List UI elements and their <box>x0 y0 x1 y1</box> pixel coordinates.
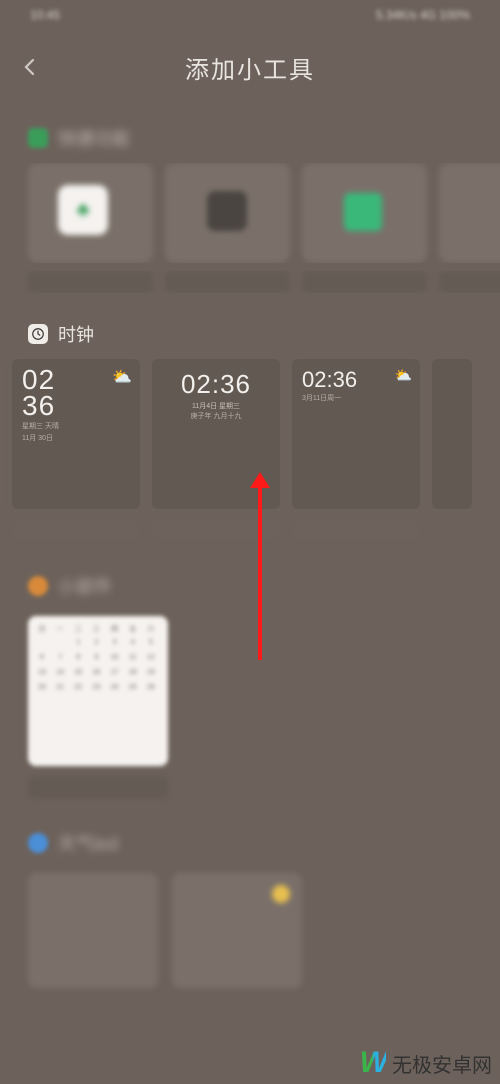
clock-widget-2[interactable]: 02:36 11月4日 星期三 庚子年 九月十九 <box>152 359 280 509</box>
status-right: 5.34K/s 4G 100% <box>376 8 470 22</box>
widget-label <box>28 776 168 798</box>
section-title-weather: 天气led <box>58 830 118 856</box>
widget-label <box>165 271 290 293</box>
page-title: 添加小工具 <box>20 50 480 85</box>
quick-widget-4[interactable] <box>439 163 500 263</box>
clock-section-icon <box>28 324 48 344</box>
widget-label <box>152 517 280 541</box>
clock2-sub1: 11月4日 星期三 <box>152 401 280 411</box>
sun-cloud-icon: ⛅ <box>395 367 412 384</box>
section-header-widget: 小部件 <box>0 563 500 611</box>
section-title-clock: 时钟 <box>58 321 94 347</box>
section-header-weather: 天气led <box>0 820 500 868</box>
widget-label <box>28 271 153 293</box>
clock-label-row <box>0 517 500 541</box>
watermark-text: 无极安卓网 <box>392 1049 492 1078</box>
status-time: 10:45 <box>30 8 60 22</box>
section-header-quick: 快捷功能 <box>0 115 500 163</box>
quick-widget-2[interactable] <box>165 163 290 263</box>
quick-section-icon <box>28 128 48 148</box>
section-title-widget: 小部件 <box>58 573 112 599</box>
clock2-sub2: 庚子年 九月十九 <box>152 411 280 421</box>
chevron-left-icon <box>20 57 40 77</box>
weather-widget-row <box>0 868 500 988</box>
watermark: W 无极安卓网 <box>360 1048 492 1078</box>
widget-label <box>292 517 420 541</box>
quick-widget-1[interactable]: ♣ <box>28 163 153 263</box>
back-button[interactable] <box>20 52 40 84</box>
clock-widget-row: 02 36 星期三 天晴 11月 30日 ⛅ 02:36 11月4日 星期三 庚… <box>0 359 500 509</box>
quick-widget-row: ♣ <box>0 163 500 263</box>
clock-widget-1[interactable]: 02 36 星期三 天晴 11月 30日 ⛅ <box>12 359 140 509</box>
clock-widget-next[interactable] <box>432 359 472 509</box>
clock2-time: 02:36 <box>152 369 280 400</box>
widget-label <box>302 271 427 293</box>
clock-widget-3[interactable]: 02:36 3月11日周一 ⛅ <box>292 359 420 509</box>
widget-section-icon <box>28 576 48 596</box>
header: 添加小工具 <box>0 30 500 115</box>
calendar-widget[interactable]: 日一二三四五六 12345 6789101112 13141516171819 … <box>28 616 168 766</box>
watermark-logo-icon: W <box>360 1048 386 1078</box>
quick-widget-3[interactable] <box>302 163 427 263</box>
widget-label <box>12 517 140 541</box>
weather-widget-2[interactable] <box>172 873 302 988</box>
status-bar: 10:45 5.34K/s 4G 100% <box>0 0 500 30</box>
clock3-sub: 3月11日周一 <box>302 393 410 403</box>
section-header-clock: 时钟 <box>0 311 500 359</box>
sun-cloud-icon: ⛅ <box>112 367 132 387</box>
section-title-quick: 快捷功能 <box>58 125 130 151</box>
sun-icon <box>272 885 290 903</box>
widget-label <box>439 271 500 293</box>
clock1-sub1: 星期三 天晴 <box>22 421 59 431</box>
weather-section-icon <box>28 833 48 853</box>
quick-label-row <box>0 271 500 293</box>
clock1-sub2: 11月 30日 <box>22 433 59 443</box>
clock1-min: 36 <box>22 393 59 419</box>
weather-widget-1[interactable] <box>28 873 158 988</box>
